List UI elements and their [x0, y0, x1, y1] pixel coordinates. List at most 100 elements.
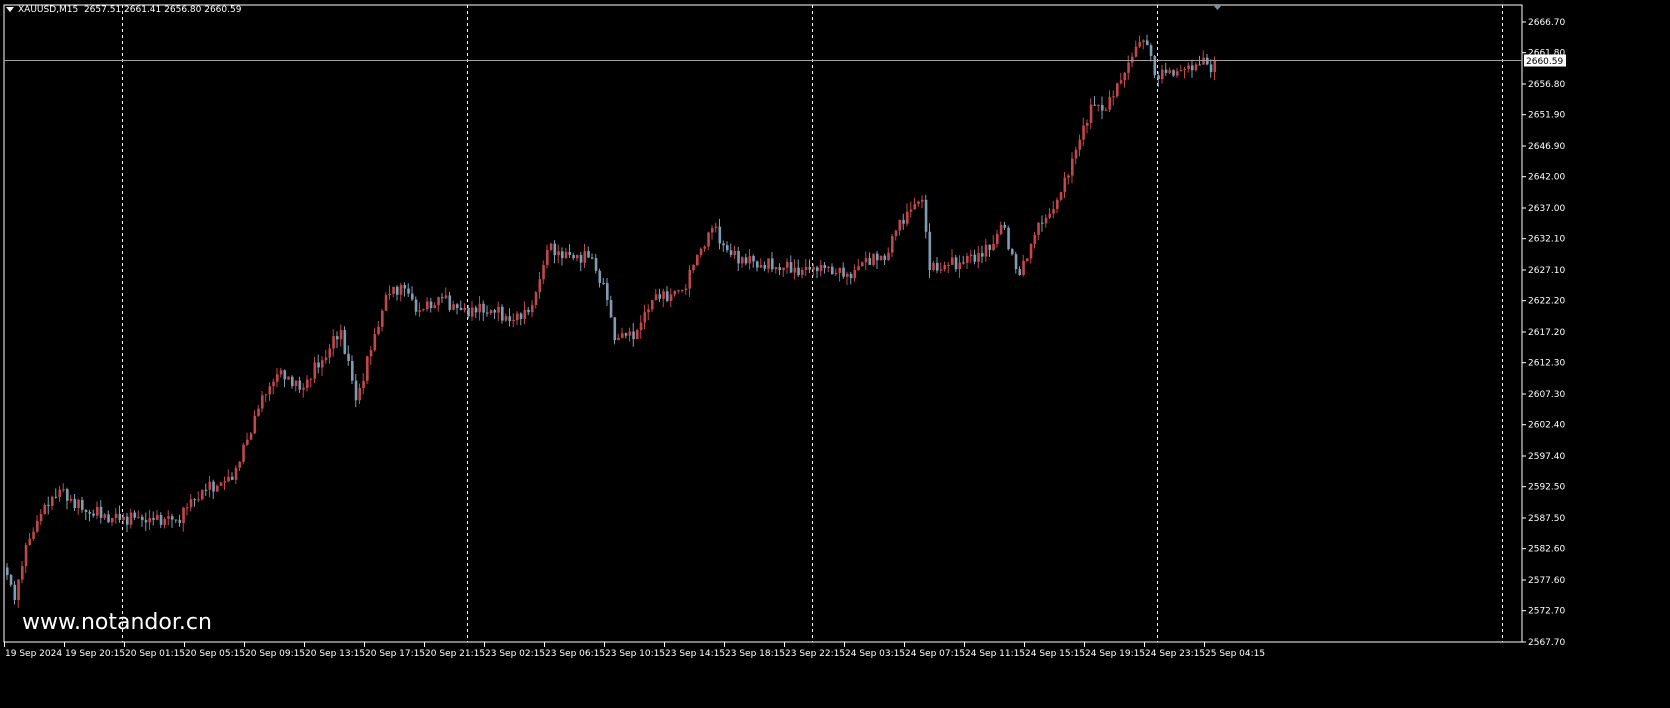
candle-body	[1014, 254, 1018, 270]
candle-body	[1146, 40, 1149, 46]
candle-body	[546, 249, 549, 266]
candle-body	[707, 232, 710, 247]
candle-body	[137, 516, 140, 518]
candle-body	[1183, 68, 1187, 71]
candle-body	[399, 285, 403, 295]
candle-body	[527, 309, 530, 313]
candle-body	[872, 253, 875, 265]
x-tick-label: 24 Sep 03:15	[845, 649, 905, 659]
candle-body	[887, 252, 890, 260]
candle-body	[362, 380, 365, 388]
candle-body	[973, 254, 977, 262]
candle-body	[943, 264, 947, 270]
candle-body	[489, 310, 493, 314]
candle-body	[1179, 70, 1183, 72]
candle-body	[647, 309, 650, 313]
candle-body	[568, 251, 572, 255]
candle-body	[1191, 65, 1194, 71]
x-tick-label: 24 Sep 11:15	[965, 649, 1025, 659]
candle-body	[373, 334, 377, 351]
y-tick-label: 2617.20	[1528, 328, 1565, 338]
candle-body	[651, 300, 654, 310]
candle-body	[433, 305, 437, 308]
candle-body	[816, 267, 819, 272]
x-tick-label: 23 Sep 06:15	[545, 649, 605, 659]
candle-body	[827, 266, 830, 269]
candle-body	[1033, 234, 1037, 245]
candle-body	[381, 310, 384, 327]
candle-body	[789, 262, 793, 273]
candle-body	[471, 307, 474, 317]
candle-body	[126, 516, 129, 525]
candle-body	[343, 330, 347, 354]
candle-body	[407, 288, 410, 294]
candle-body	[463, 307, 467, 311]
candle-body	[782, 267, 785, 271]
candle-body	[564, 251, 568, 259]
candle-body	[62, 489, 65, 491]
candle-body	[636, 330, 639, 340]
candle-body	[984, 244, 988, 257]
candle-body	[366, 356, 369, 381]
candle-body	[493, 310, 497, 313]
candle-body	[81, 499, 84, 510]
candle-body	[384, 295, 388, 311]
candle-body	[189, 499, 193, 508]
candle-body	[823, 264, 827, 269]
candle-body	[797, 267, 800, 276]
candle-body	[1161, 69, 1164, 80]
candle-body	[673, 290, 677, 295]
candle-body	[1037, 222, 1040, 235]
close-value: 2660.59	[204, 5, 242, 15]
candle-body	[1041, 222, 1044, 224]
candle-body	[261, 395, 264, 409]
x-tick-label: 20 Sep 13:15	[305, 649, 365, 659]
high-value: 2661.41	[124, 5, 162, 15]
x-tick-label: 23 Sep 10:15	[605, 649, 665, 659]
candle-body	[748, 255, 752, 264]
collapse-triangle-icon[interactable]	[6, 7, 14, 12]
candle-body	[324, 357, 328, 361]
candle-body	[212, 481, 215, 492]
candle-body	[332, 336, 335, 349]
candle-body	[632, 331, 635, 340]
candle-body	[171, 516, 174, 520]
candle-body	[733, 250, 737, 255]
candle-body	[654, 294, 658, 301]
candle-body	[1131, 56, 1134, 63]
candle-body	[21, 566, 24, 580]
candle-body	[219, 482, 223, 486]
candle-body	[969, 254, 973, 257]
candle-body	[531, 305, 534, 313]
candle-body	[347, 353, 350, 362]
candle-body	[32, 531, 35, 539]
candle-body	[538, 279, 542, 293]
candle-body	[1127, 62, 1130, 73]
candle-body	[369, 350, 373, 357]
candle-body	[1048, 213, 1052, 218]
candle-body	[786, 262, 789, 268]
candle-body	[628, 331, 632, 336]
candle-body	[939, 269, 943, 271]
candle-body	[729, 250, 733, 255]
candle-body	[756, 261, 759, 268]
candle-body	[583, 251, 587, 263]
price-chart[interactable]: 2666.702661.802656.802651.902646.902642.…	[0, 0, 1670, 708]
candle-body	[354, 380, 358, 401]
candle-body	[287, 376, 290, 380]
y-tick-label: 2632.10	[1528, 235, 1565, 245]
candle-body	[868, 258, 872, 265]
candle-body	[54, 496, 58, 498]
candle-body	[831, 266, 834, 275]
y-tick-label: 2582.60	[1528, 545, 1565, 555]
x-tick-label: 20 Sep 17:15	[365, 649, 425, 659]
candle-body	[1007, 227, 1010, 250]
candle-body	[328, 348, 332, 358]
candle-body	[902, 219, 905, 224]
candle-body	[1063, 177, 1067, 193]
candle-body	[561, 251, 564, 259]
candle-body	[306, 379, 309, 388]
candle-body	[497, 306, 500, 313]
candle-body	[1044, 217, 1048, 224]
candle-body	[1119, 80, 1123, 84]
